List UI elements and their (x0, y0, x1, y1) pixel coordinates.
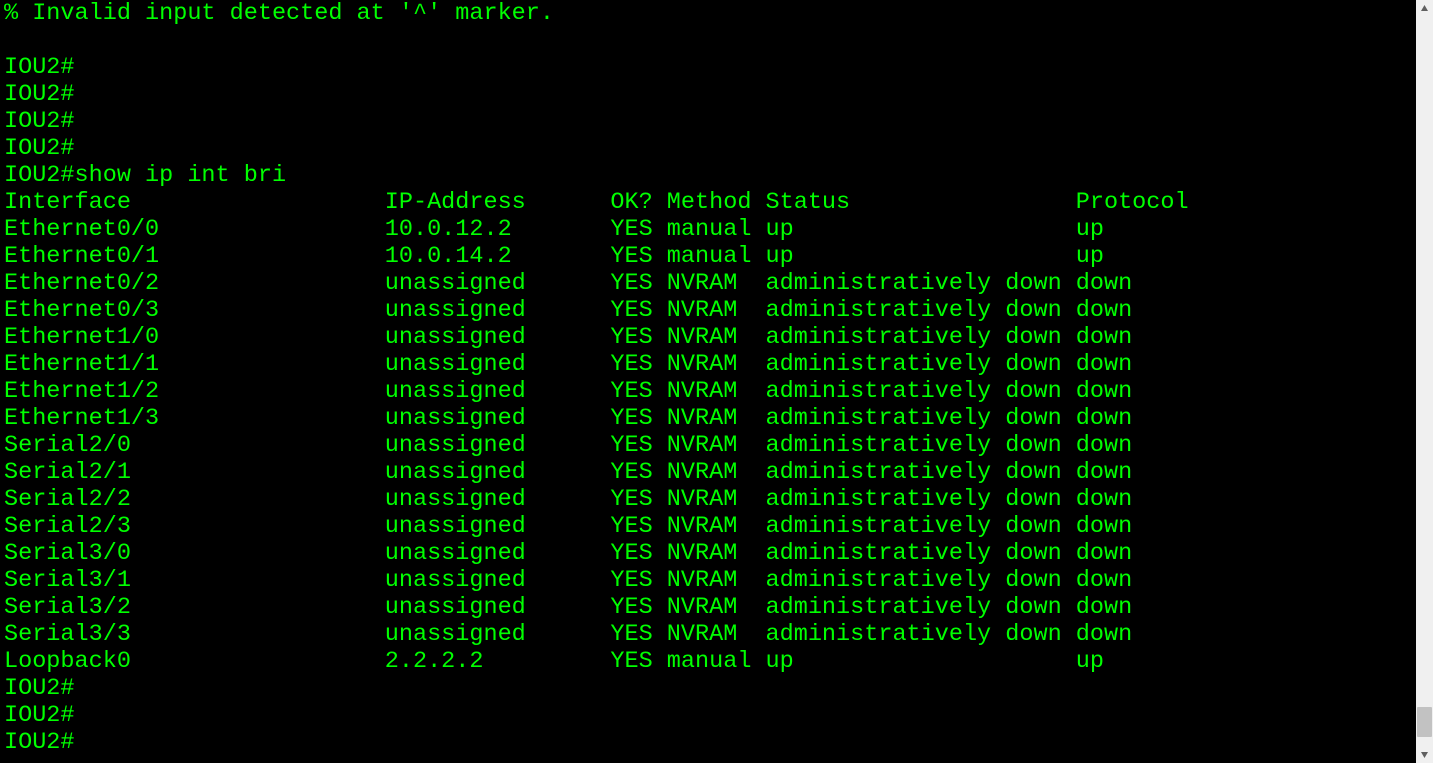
terminal-output[interactable]: % Invalid input detected at '^' marker. … (0, 0, 1416, 763)
scrollbar-track[interactable] (1416, 17, 1433, 746)
prompt-line: IOU2# (4, 54, 1412, 81)
table-row: Serial3/2 unassigned YES NVRAM administr… (4, 594, 1412, 621)
table-row: Ethernet1/1 unassigned YES NVRAM adminis… (4, 351, 1412, 378)
prompt-line: IOU2# (4, 108, 1412, 135)
command-line: IOU2#show ip int bri (4, 162, 1412, 189)
scroll-down-button[interactable] (1416, 746, 1433, 763)
table-row: Ethernet0/0 10.0.12.2 YES manual up up (4, 216, 1412, 243)
table-row: Loopback0 2.2.2.2 YES manual up up (4, 648, 1412, 675)
table-row: Ethernet1/3 unassigned YES NVRAM adminis… (4, 405, 1412, 432)
prompt-line: IOU2# (4, 675, 1412, 702)
table-row: Ethernet0/1 10.0.14.2 YES manual up up (4, 243, 1412, 270)
scrollbar-thumb[interactable] (1417, 707, 1432, 737)
table-row: Ethernet0/2 unassigned YES NVRAM adminis… (4, 270, 1412, 297)
table-row: Serial2/0 unassigned YES NVRAM administr… (4, 432, 1412, 459)
prompt-line: IOU2# (4, 702, 1412, 729)
prompt-line: IOU2# (4, 729, 1412, 756)
scroll-up-button[interactable] (1416, 0, 1433, 17)
table-row: Serial3/1 unassigned YES NVRAM administr… (4, 567, 1412, 594)
blank-line (4, 27, 1412, 54)
vertical-scrollbar[interactable] (1416, 0, 1433, 763)
table-row: Serial2/1 unassigned YES NVRAM administr… (4, 459, 1412, 486)
table-row: Ethernet1/2 unassigned YES NVRAM adminis… (4, 378, 1412, 405)
table-row: Ethernet0/3 unassigned YES NVRAM adminis… (4, 297, 1412, 324)
table-row: Serial2/2 unassigned YES NVRAM administr… (4, 486, 1412, 513)
table-row: Serial3/3 unassigned YES NVRAM administr… (4, 621, 1412, 648)
table-row: Serial2/3 unassigned YES NVRAM administr… (4, 513, 1412, 540)
table-row: Ethernet1/0 unassigned YES NVRAM adminis… (4, 324, 1412, 351)
prompt-line: IOU2# (4, 135, 1412, 162)
prompt-line: IOU2# (4, 81, 1412, 108)
table-row: Serial3/0 unassigned YES NVRAM administr… (4, 540, 1412, 567)
table-header: Interface IP-Address OK? Method Status P… (4, 189, 1412, 216)
error-line: % Invalid input detected at '^' marker. (4, 0, 1412, 27)
